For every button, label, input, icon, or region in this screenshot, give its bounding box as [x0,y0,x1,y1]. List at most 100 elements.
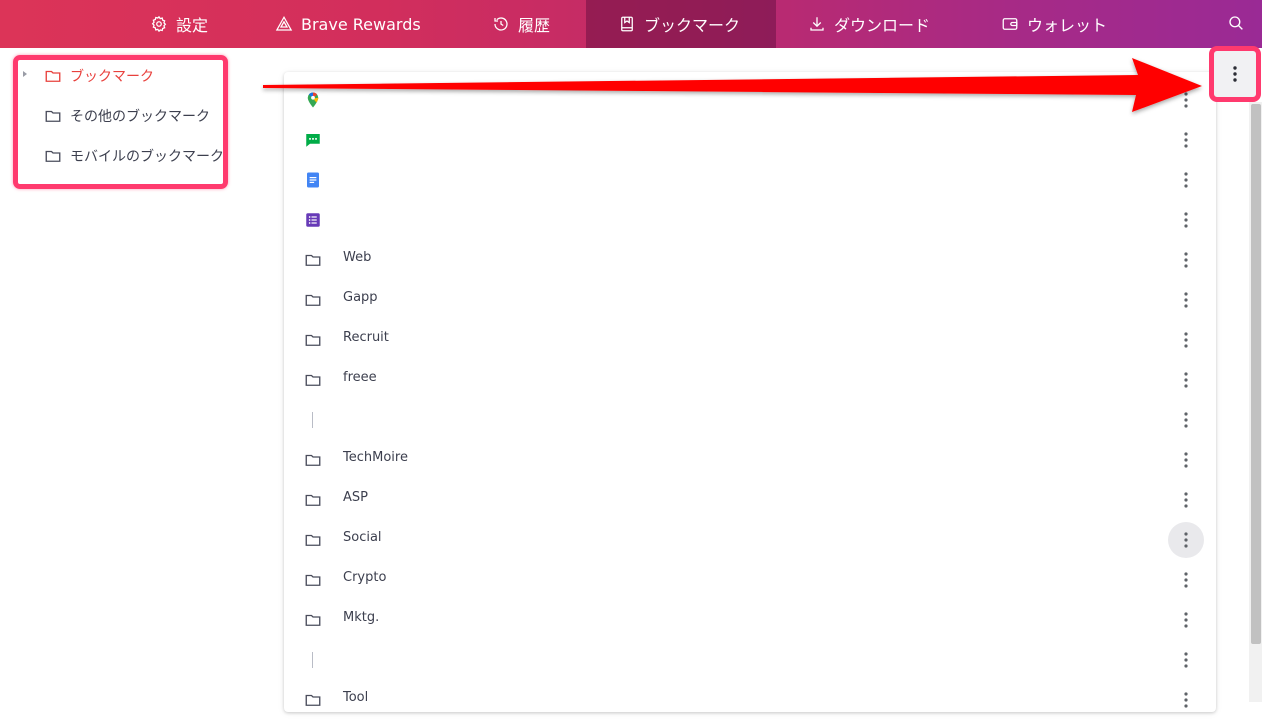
list-item[interactable]: freee [284,360,1216,400]
nav-brave-rewards[interactable]: Brave Rewards [275,0,421,48]
google-chat-icon [306,134,320,147]
list-item-label: TechMoire [343,450,408,465]
nav-history[interactable]: 履歴 [492,0,550,48]
item-menu-button[interactable] [1168,402,1204,438]
list-item-label: Gapp [343,290,378,305]
nav-history-label: 履歴 [518,16,551,35]
separator-line [312,652,313,668]
top-nav-bar: 設定 Brave Rewards 履歴 ブックマーク ダウンロード ウォレット [0,0,1262,48]
list-item-label: Recruit [343,330,389,345]
list-item[interactable] [284,80,1216,120]
list-item[interactable] [284,120,1216,160]
item-menu-button[interactable] [1168,442,1204,478]
folder-icon [305,254,321,266]
folder-icon [305,294,321,306]
folder-icon [305,454,321,466]
download-icon [810,17,824,31]
more-vert-icon [1184,532,1188,548]
search-button[interactable] [1222,9,1250,37]
more-vert-icon [1184,212,1188,228]
sidebar-item-label: ブックマーク [70,69,154,85]
more-vert-icon [1184,252,1188,268]
more-vert-icon [1233,66,1237,82]
list-item[interactable]: Tool [284,680,1216,720]
item-menu-button[interactable] [1168,162,1204,198]
item-menu-button[interactable] [1168,282,1204,318]
list-item[interactable]: Social [284,520,1216,560]
item-menu-button[interactable] [1168,322,1204,358]
list-item-label: Mktg. [343,610,380,625]
organize-menu-button[interactable] [1209,46,1261,102]
more-vert-icon [1184,572,1188,588]
nav-bookmarks-label: ブックマーク [644,16,741,35]
list-item-label: Web [343,250,372,265]
nav-settings[interactable]: 設定 [150,0,208,48]
item-menu-button[interactable] [1168,682,1204,718]
google-docs-icon [307,172,319,188]
google-forms-icon [306,213,320,227]
list-item-label: ASP [343,490,368,505]
nav-rewards-label: Brave Rewards [301,14,421,34]
item-menu-button[interactable] [1168,82,1204,118]
item-menu-button[interactable] [1168,522,1204,558]
more-vert-icon [1184,292,1188,308]
separator-item[interactable] [284,400,1216,440]
folder-icon [305,534,321,546]
more-vert-icon [1184,612,1188,628]
sidebar-item-bookmarks[interactable]: ブックマーク [44,64,224,88]
list-item[interactable]: Gapp [284,280,1216,320]
folder-icon [305,374,321,386]
sidebar-item-label: モバイルのブックマーク [70,149,224,165]
separator-item[interactable] [284,640,1216,680]
nav-settings-label: 設定 [176,16,209,35]
bookmark-list: Web Gapp Recruit freee TechMoire ASP Soc… [284,72,1216,712]
folder-icon [305,694,321,706]
list-item-label: Crypto [343,570,387,585]
more-vert-icon [1184,132,1188,148]
scrollbar-thumb[interactable] [1251,104,1261,644]
bookmark-icon [621,16,633,32]
folder-icon [45,110,61,122]
folder-icon [305,614,321,626]
item-menu-button[interactable] [1168,562,1204,598]
list-item[interactable]: Web [284,240,1216,280]
folder-icon [305,494,321,506]
more-vert-icon [1184,492,1188,508]
list-item[interactable]: Crypto [284,560,1216,600]
sidebar-item-mobile-bookmarks[interactable]: モバイルのブックマーク [44,144,224,168]
item-menu-button[interactable] [1168,642,1204,678]
more-vert-icon [1184,372,1188,388]
list-item[interactable] [284,200,1216,240]
list-item[interactable]: TechMoire [284,440,1216,480]
folder-icon [45,150,61,162]
item-menu-button[interactable] [1168,362,1204,398]
item-menu-button[interactable] [1168,482,1204,518]
tree-expand-caret-icon[interactable] [22,70,28,78]
list-item[interactable]: Mktg. [284,600,1216,640]
more-vert-icon [1184,692,1188,708]
nav-downloads[interactable]: ダウンロード [808,0,930,48]
separator-line [312,412,313,428]
wallet-icon [1002,18,1018,30]
folder-icon [305,574,321,586]
nav-bookmarks[interactable]: ブックマーク [586,0,776,48]
list-item-label: Social [343,530,382,545]
list-item[interactable]: Recruit [284,320,1216,360]
google-maps-icon [307,92,319,108]
nav-wallet-label: ウォレット [1027,16,1108,35]
list-item[interactable]: ASP [284,480,1216,520]
more-vert-icon [1184,412,1188,428]
nav-wallet[interactable]: ウォレット [1001,0,1107,48]
more-vert-icon [1184,172,1188,188]
list-item[interactable] [284,160,1216,200]
more-vert-icon [1184,452,1188,468]
item-menu-button[interactable] [1168,122,1204,158]
folder-icon [305,334,321,346]
item-menu-button[interactable] [1168,242,1204,278]
sidebar-item-label: その他のブックマーク [70,109,210,125]
gear-icon [151,15,167,33]
folder-icon [45,70,61,82]
item-menu-button[interactable] [1168,202,1204,238]
item-menu-button[interactable] [1168,602,1204,638]
sidebar-item-other-bookmarks[interactable]: その他のブックマーク [44,104,224,128]
